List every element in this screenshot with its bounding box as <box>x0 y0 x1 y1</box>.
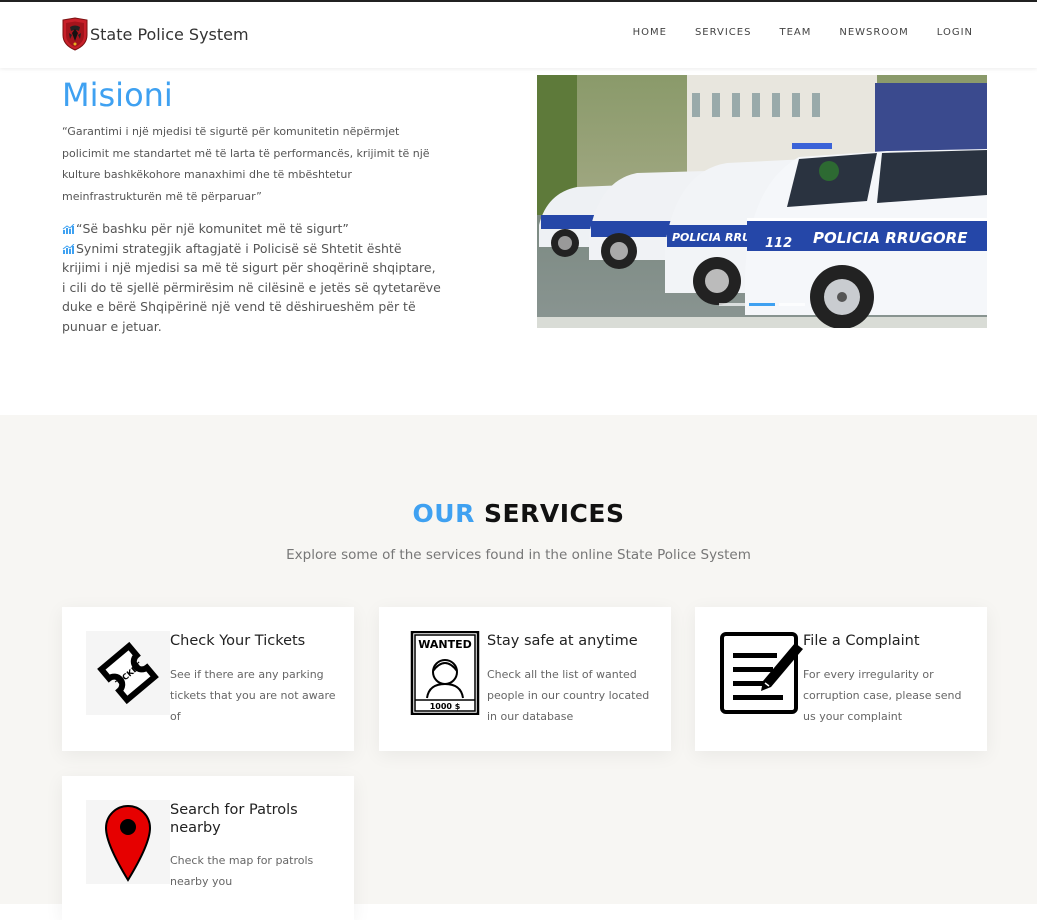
service-title: File a Complaint <box>803 633 920 649</box>
carousel-indicator-3[interactable] <box>779 303 805 306</box>
service-title: Stay safe at anytime <box>487 633 638 649</box>
police-logo-icon <box>62 17 88 51</box>
wanted-poster-icon: WANTED 1000 $ <box>410 631 480 715</box>
services-subtitle: Explore some of the services found in th… <box>286 547 751 563</box>
service-card-complaint[interactable]: File a Complaint For every irregularity … <box>695 607 987 751</box>
services-title-rest: SERVICES <box>484 499 625 528</box>
nav-team[interactable]: TEAM <box>779 27 811 38</box>
services-title: OUR SERVICES <box>0 499 1037 528</box>
brand-link[interactable]: State Police System <box>61 17 249 51</box>
image-carousel[interactable]: POLICIA RRUGORE POLICIA RRUGORE 112 <box>537 75 987 328</box>
chart-icon <box>62 224 75 234</box>
brand-name: State Police System <box>90 24 249 44</box>
service-description: For every irregularity or corruption cas… <box>803 668 962 723</box>
nav-services[interactable]: SERVICES <box>695 27 752 38</box>
nav-newsroom[interactable]: NEWSROOM <box>839 27 908 38</box>
mission-quote: “Garantimi i një mjedisi të sigurtë për … <box>62 125 430 203</box>
mission-motto: “Së bashku për një komunitet më të sigur… <box>76 221 349 236</box>
service-card-wanted[interactable]: WANTED 1000 $ Stay safe at anytime Check… <box>379 607 671 751</box>
service-card-patrols[interactable]: Search for Patrols nearby Check the map … <box>62 776 354 920</box>
service-title: Check Your Tickets <box>170 633 306 649</box>
mission-section: Misioni “Garantimi i një mjedisi të sigu… <box>62 75 442 336</box>
complaint-form-icon <box>720 632 803 714</box>
service-card-tickets[interactable]: TICKET Check Your Tickets See if there a… <box>62 607 354 751</box>
service-title: Search for Patrols nearby <box>170 802 298 836</box>
service-description: Check all the list of wanted people in o… <box>487 668 650 723</box>
police-car-front: POLICIA RRUGORE 112 <box>745 143 987 328</box>
nav-login[interactable]: LOGIN <box>937 27 973 38</box>
chart-icon <box>62 243 75 254</box>
wanted-text: WANTED <box>418 638 472 651</box>
services-title-accent: OUR <box>412 499 475 528</box>
mission-statement: “Së bashku për një komunitet më të sigur… <box>62 219 442 336</box>
car-number: 112 <box>765 236 792 251</box>
mission-title: Misioni <box>62 76 173 114</box>
car-livery-text-front: POLICIA RRUGORE <box>813 229 968 247</box>
services-section: OUR SERVICES Explore some of the service… <box>0 415 1037 920</box>
service-description: Check the map for patrols nearby you <box>170 854 314 888</box>
reward-text: 1000 $ <box>430 702 461 711</box>
map-pin-icon <box>86 800 170 884</box>
mission-vision: Synimi strategjik aftagjatë i Policisë s… <box>62 240 441 334</box>
service-description: See if there are any parking tickets tha… <box>170 668 336 723</box>
nav-home[interactable]: HOME <box>633 27 667 38</box>
police-cars-image: POLICIA RRUGORE POLICIA RRUGORE 112 <box>537 75 987 328</box>
main-nav: HOME SERVICES TEAM NEWSROOM LOGIN <box>605 27 973 38</box>
carousel-indicators <box>719 303 809 306</box>
carousel-indicator-1[interactable] <box>719 303 745 306</box>
ticket-icon: TICKET <box>86 631 170 715</box>
navbar: State Police System HOME SERVICES TEAM N… <box>0 2 1037 68</box>
carousel-indicator-2[interactable] <box>749 303 775 306</box>
